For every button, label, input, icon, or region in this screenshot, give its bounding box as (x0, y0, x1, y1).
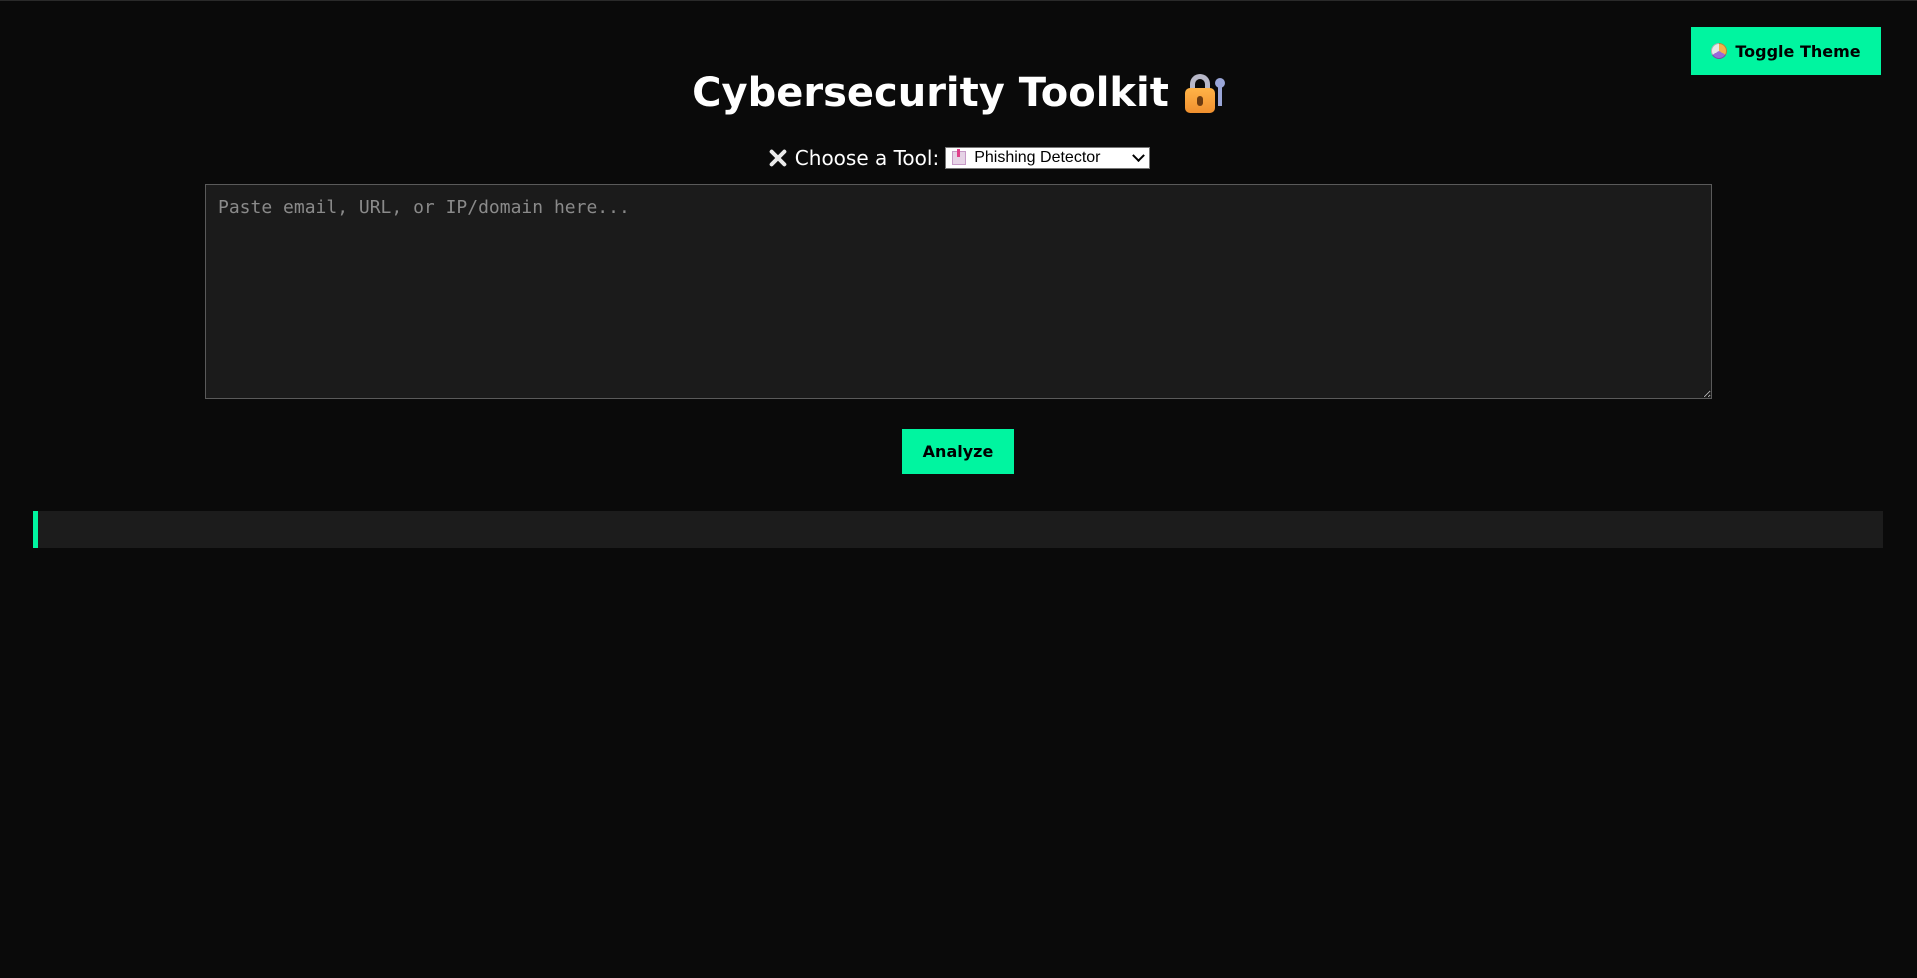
output-panel (33, 511, 1883, 548)
tool-selector-row: Choose a Tool: Phishing Detector (0, 146, 1917, 170)
analyze-button[interactable]: Analyze (902, 429, 1014, 474)
header: Cybersecurity Toolkit (0, 65, 1917, 121)
page-title: Cybersecurity Toolkit (692, 70, 1169, 116)
tool-select-value: Phishing Detector (974, 149, 1101, 166)
lock-with-key-icon (1184, 72, 1225, 114)
inbox-icon (952, 149, 967, 165)
tools-icon (767, 147, 789, 169)
toggle-theme-label: Toggle Theme (1735, 41, 1861, 61)
tool-selector-label: Choose a Tool: (794, 146, 940, 170)
analysis-input[interactable] (205, 184, 1712, 399)
page-title-container: Cybersecurity Toolkit (692, 65, 1225, 121)
theme-circle-icon (1711, 43, 1728, 59)
tool-select[interactable]: Phishing Detector (945, 147, 1151, 169)
chevron-down-icon (1132, 148, 1146, 162)
